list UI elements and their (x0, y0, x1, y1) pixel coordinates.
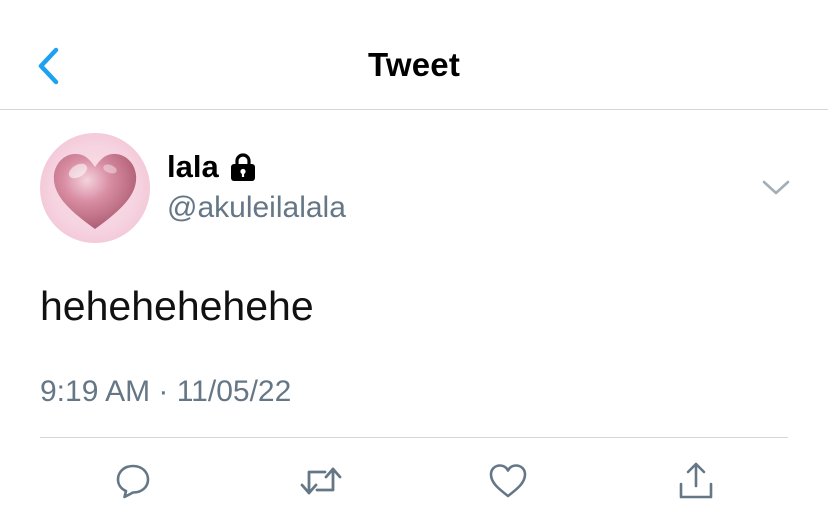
retweet-button[interactable] (299, 460, 343, 502)
more-options-button[interactable] (760, 174, 792, 200)
heart-icon (489, 464, 527, 498)
page-title: Tweet (367, 46, 461, 83)
tweet-text: hehehehehehe (40, 283, 314, 329)
share-button[interactable] (674, 460, 718, 502)
author-handle[interactable]: @akuleilalala (167, 190, 346, 226)
tweet-timestamp: 9:19 AM · 11/05/22 (40, 375, 292, 408)
divider (40, 437, 788, 438)
author-display-name-row[interactable]: lala (167, 149, 257, 185)
pink-heart-avatar-image (40, 133, 150, 243)
chevron-down-icon (762, 180, 790, 195)
avatar[interactable] (40, 133, 150, 243)
share-icon (679, 462, 713, 499)
reply-button[interactable] (111, 460, 155, 502)
author-display-name: lala (167, 149, 219, 184)
reply-icon (116, 464, 150, 499)
retweet-icon (300, 467, 342, 495)
like-button[interactable] (486, 460, 530, 502)
top-navigation-bar: Tweet (0, 0, 828, 110)
lock-icon (230, 153, 255, 181)
